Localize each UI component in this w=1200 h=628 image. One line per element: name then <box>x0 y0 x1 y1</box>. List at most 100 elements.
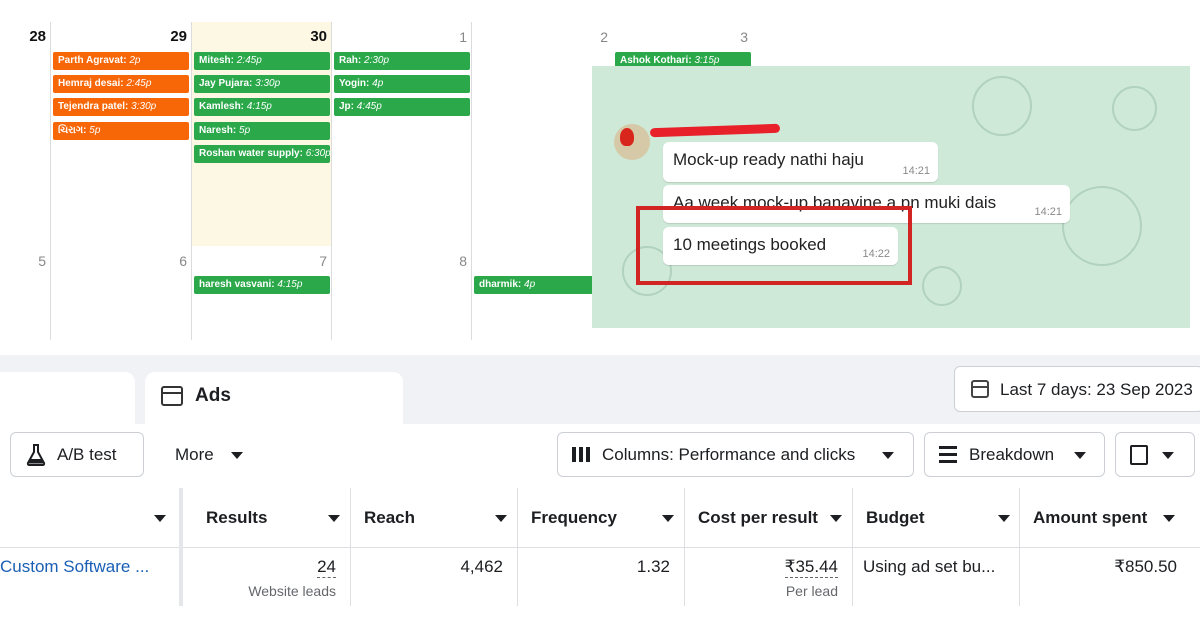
calendar-event[interactable]: Tejendra patel: 3:30p <box>53 98 189 116</box>
frequency-value: 1.32 <box>636 557 670 576</box>
message-text: Mock-up ready nathi haju <box>673 150 864 169</box>
calendar-event[interactable]: Jay Pujara: 3:30p <box>194 75 330 93</box>
ab-test-label: A/B test <box>57 445 117 464</box>
table-row: Custom Software ... <box>0 548 179 606</box>
calendar-event[interactable]: Hemraj desai: 2:45p <box>53 75 189 93</box>
column-divider <box>471 22 472 340</box>
calendar-event[interactable]: ચિરાગ: 5p <box>53 122 189 140</box>
calendar-icon <box>971 380 989 398</box>
cell-amount-spent: ₹850.50 <box>1019 548 1200 606</box>
columns-icon <box>572 447 592 462</box>
column-header-cost-per-result[interactable]: Cost per result <box>684 488 852 548</box>
day-number[interactable]: 2 <box>578 29 608 45</box>
chevron-down-icon <box>154 515 166 522</box>
header-label: Amount spent <box>1033 508 1148 527</box>
doodle-decoration <box>1062 186 1142 266</box>
cell-budget: Using ad set bu... <box>852 548 1019 606</box>
message-time: 14:21 <box>902 165 930 177</box>
date-range-label: Last 7 days: 23 Sep 2023 <box>1000 380 1193 399</box>
reports-button[interactable] <box>1115 432 1195 477</box>
column-divider <box>50 22 51 340</box>
more-button[interactable]: More <box>158 432 258 477</box>
ad-name-link[interactable]: Custom Software ... <box>0 557 149 577</box>
cell-frequency: 1.32 <box>517 548 684 606</box>
budget-value: Using ad set bu... <box>863 557 996 576</box>
header-label: Frequency <box>531 508 617 527</box>
calendar-event[interactable]: Kamlesh: 4:15p <box>194 98 330 116</box>
column-header-amount-spent[interactable]: Amount spent <box>1019 488 1200 548</box>
amount-spent-value: ₹850.50 <box>1114 557 1177 576</box>
results-subtext: Website leads <box>248 583 336 599</box>
columns-label: Columns: Performance and clicks <box>602 445 856 464</box>
chevron-down-icon <box>998 515 1010 522</box>
chevron-down-icon <box>1074 452 1086 459</box>
cost-subtext: Per lead <box>785 583 838 599</box>
header-label: Results <box>206 508 268 527</box>
column-header-results[interactable]: Results <box>183 488 350 548</box>
chevron-down-icon <box>830 515 842 522</box>
chat-screenshot: Mock-up ready nathi haju 14:21 Aa week m… <box>592 66 1190 328</box>
doodle-decoration <box>1112 86 1157 131</box>
more-label: More <box>175 445 214 464</box>
calendar-event[interactable]: Naresh: 5p <box>194 122 330 140</box>
chevron-down-icon <box>1163 515 1175 522</box>
column-header-name[interactable] <box>0 488 180 548</box>
breakdown-label: Breakdown <box>969 445 1055 464</box>
column-header-budget[interactable]: Budget <box>852 488 1019 548</box>
calendar-event[interactable]: haresh vasvani: 4:15p <box>194 276 330 294</box>
header-label: Budget <box>866 508 925 527</box>
chevron-down-icon <box>882 452 894 459</box>
tab-label: Ads <box>195 385 231 406</box>
message-time: 14:21 <box>1034 206 1062 218</box>
calendar-event[interactable]: Parth Agravat: 2p <box>53 52 189 70</box>
chevron-down-icon <box>231 452 243 459</box>
chevron-down-icon <box>495 515 507 522</box>
day-number[interactable]: 8 <box>437 253 467 269</box>
avatar[interactable] <box>614 124 650 160</box>
cost-per-result-value[interactable]: ₹35.44 <box>784 557 838 578</box>
calendar-month-view: 28 29 30 1 2 3 5 6 7 8 Parth Agravat: 2p… <box>0 0 748 345</box>
results-value[interactable]: 24 <box>317 557 336 578</box>
breakdown-icon <box>939 446 957 463</box>
chevron-down-icon <box>1162 452 1174 459</box>
chevron-down-icon <box>328 515 340 522</box>
day-number[interactable]: 5 <box>16 253 46 269</box>
day-number[interactable]: 6 <box>157 253 187 269</box>
tab-adsets[interactable] <box>0 372 135 424</box>
reports-icon <box>1130 445 1148 465</box>
redacted-name <box>649 123 781 138</box>
calendar-event[interactable]: Yogin: 4p <box>334 75 470 93</box>
calendar-event[interactable]: Mitesh: 2:45p <box>194 52 330 70</box>
ads-table: Results Reach Frequency Cost per result … <box>0 488 1200 628</box>
ads-manager: Ads Last 7 days: 23 Sep 2023 A/B test Mo… <box>0 355 1200 628</box>
cell-results: 24 Website leads <box>183 548 350 606</box>
doodle-decoration <box>972 76 1032 136</box>
ads-icon <box>161 386 183 406</box>
cell-cost-per-result: ₹35.44 Per lead <box>684 548 852 606</box>
cell-reach: 4,462 <box>350 548 517 606</box>
date-range-button[interactable]: Last 7 days: 23 Sep 2023 <box>954 366 1200 412</box>
tab-ads[interactable]: Ads <box>145 372 403 424</box>
calendar-event[interactable]: Jp: 4:45p <box>334 98 470 116</box>
reach-value: 4,462 <box>460 557 503 576</box>
day-number[interactable]: 7 <box>297 253 327 269</box>
ab-test-button[interactable]: A/B test <box>10 432 144 477</box>
day-number[interactable]: 3 <box>718 29 748 45</box>
breakdown-button[interactable]: Breakdown <box>924 432 1105 477</box>
toolbar: A/B test More Columns: Performance and c… <box>0 424 1200 488</box>
doodle-decoration <box>922 266 962 306</box>
calendar-event[interactable]: Roshan water supply: 6:30p <box>194 145 330 163</box>
day-number[interactable]: 28 <box>16 28 46 45</box>
column-divider <box>191 22 192 340</box>
day-number[interactable]: 29 <box>157 28 187 45</box>
day-number[interactable]: 30 <box>297 28 327 45</box>
chevron-down-icon <box>662 515 674 522</box>
day-number[interactable]: 1 <box>437 29 467 45</box>
column-header-reach[interactable]: Reach <box>350 488 517 548</box>
calendar-event[interactable]: dharmik: 4p <box>474 276 600 294</box>
columns-button[interactable]: Columns: Performance and clicks <box>557 432 914 477</box>
calendar-event[interactable]: Rah: 2:30p <box>334 52 470 70</box>
column-header-frequency[interactable]: Frequency <box>517 488 684 548</box>
column-divider <box>331 22 332 340</box>
chat-message[interactable]: Mock-up ready nathi haju 14:21 <box>663 142 938 182</box>
